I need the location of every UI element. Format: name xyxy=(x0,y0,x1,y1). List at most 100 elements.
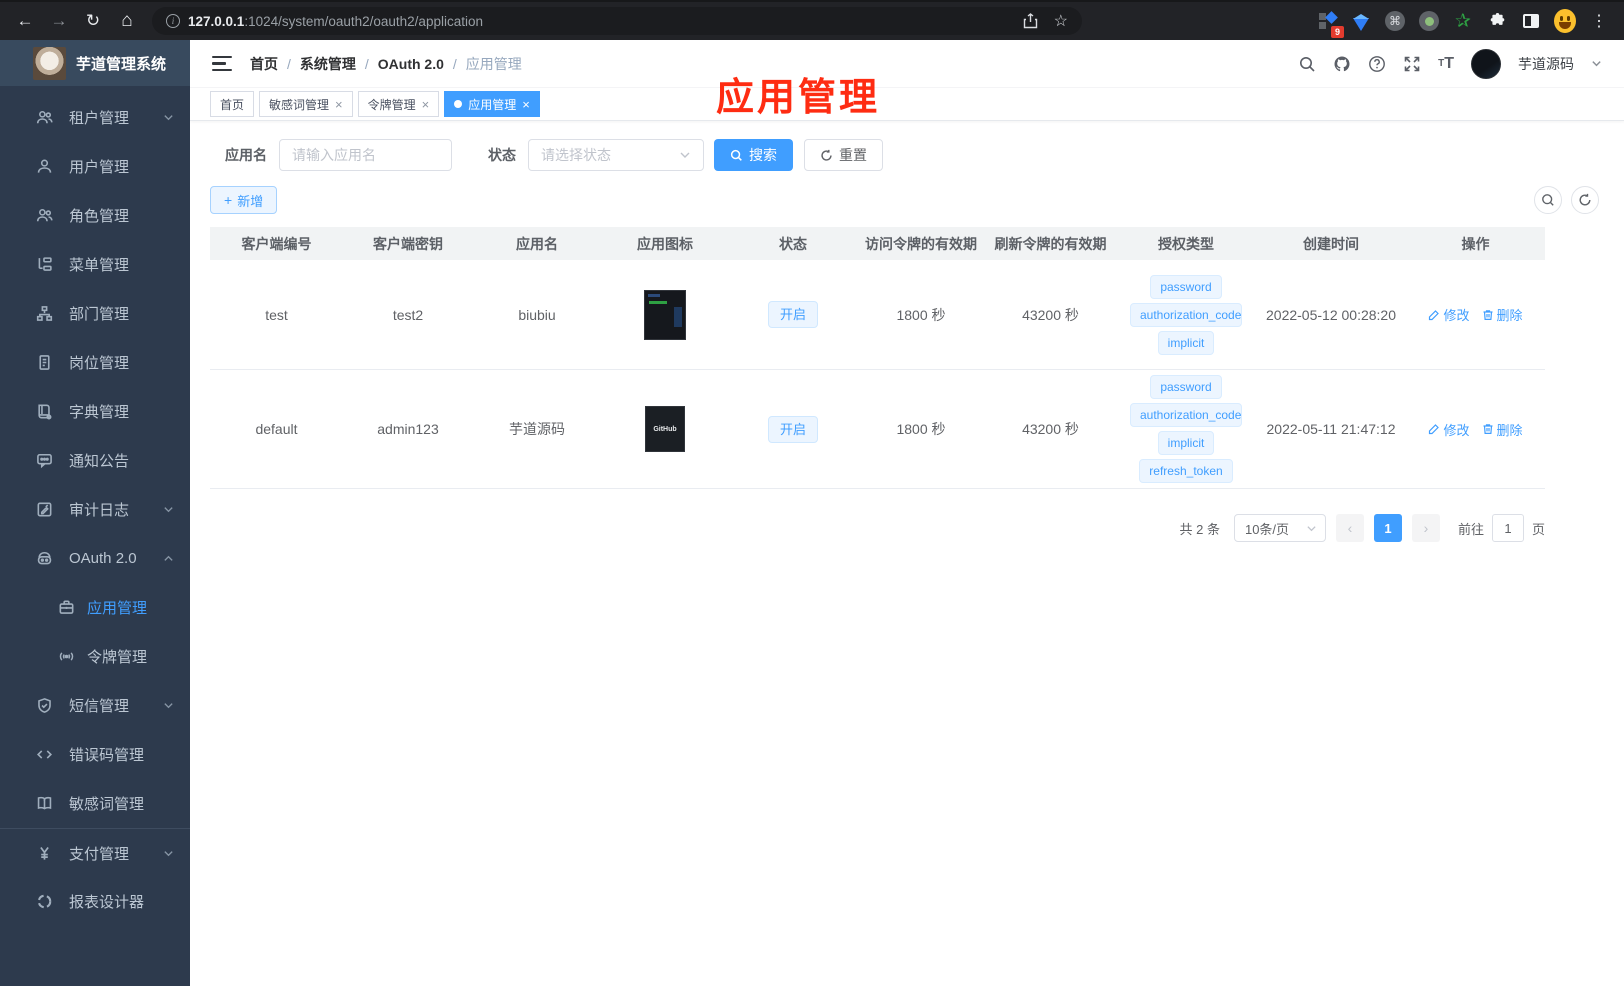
sidebar-item-oauth-app[interactable]: 应用管理 xyxy=(0,583,190,632)
add-button[interactable]: + 新增 xyxy=(210,186,278,214)
search-button[interactable]: 搜索 xyxy=(714,139,793,171)
sidebar-item-role[interactable]: 角色管理 xyxy=(0,191,190,240)
col-header: 客户端密钥 xyxy=(373,235,443,252)
hide-search-icon-button[interactable] xyxy=(1534,186,1562,214)
cell-secret: test2 xyxy=(392,306,424,323)
sidebar-item-dept[interactable]: 部门管理 xyxy=(0,289,190,338)
breadcrumb-item[interactable]: OAuth 2.0 xyxy=(378,56,444,72)
delete-button[interactable]: 删除 xyxy=(1482,420,1523,439)
edit-button[interactable]: 修改 xyxy=(1428,305,1470,324)
page-size-value: 10条/页 xyxy=(1244,521,1290,537)
close-icon[interactable]: × xyxy=(422,97,430,112)
bookmark-star-icon[interactable]: ☆ xyxy=(1054,11,1068,31)
search-icon[interactable] xyxy=(1298,55,1316,73)
back-icon[interactable]: ← xyxy=(10,6,40,36)
font-size-icon[interactable]: TT xyxy=(1438,55,1454,73)
sidebar-item-sms[interactable]: 短信管理 xyxy=(0,681,190,730)
extension-star-icon[interactable]: ✰ xyxy=(1452,10,1474,32)
share-icon[interactable] xyxy=(1023,13,1038,29)
forward-icon[interactable]: → xyxy=(44,6,74,36)
tab-application[interactable]: 应用管理 × xyxy=(444,91,540,117)
status-select[interactable]: 请选择状态 xyxy=(528,139,704,171)
goto-label: 前往 xyxy=(1457,521,1484,537)
token-icon xyxy=(58,648,75,665)
sidebar-item-user[interactable]: 用户管理 xyxy=(0,142,190,191)
app-logo[interactable]: 芋道管理系统 xyxy=(0,40,190,86)
extension-command-icon[interactable]: ⌘ xyxy=(1384,10,1406,32)
delete-label: 删除 xyxy=(1496,422,1523,438)
sidebar-item-notice[interactable]: 通知公告 xyxy=(0,436,190,485)
cell-grant-types: password authorization_code implicit xyxy=(1116,274,1256,355)
breadcrumb-item[interactable]: 首页 xyxy=(250,54,278,74)
breadcrumb-separator: / xyxy=(287,55,291,72)
prev-page-button[interactable]: ‹ xyxy=(1335,514,1364,542)
sidebar-item-label: 菜单管理 xyxy=(69,257,130,274)
tab-token[interactable]: 令牌管理 × xyxy=(357,91,440,117)
col-header: 创建时间 xyxy=(1303,235,1359,252)
url-text: 127.0.0.1:1024/system/oauth2/oauth2/appl… xyxy=(188,13,483,29)
reset-button[interactable]: 重置 xyxy=(804,139,883,171)
close-icon[interactable]: × xyxy=(335,97,343,112)
sidebar-item-tenant[interactable]: 租户管理 xyxy=(0,93,190,142)
extension-recorder-icon[interactable] xyxy=(1418,10,1440,32)
chevron-down-icon xyxy=(163,848,174,859)
fullscreen-icon[interactable] xyxy=(1403,55,1421,73)
sidebar-item-oauth[interactable]: OAuth 2.0 xyxy=(0,534,190,583)
edit-button[interactable]: 修改 xyxy=(1428,420,1470,439)
grant-tag: refresh_token xyxy=(1139,459,1233,483)
site-info-icon[interactable]: i xyxy=(166,14,180,28)
reset-button-label: 重置 xyxy=(839,147,867,163)
table-toolbar: + 新增 xyxy=(210,186,1604,214)
next-page-button[interactable]: › xyxy=(1411,514,1440,542)
app-name-input[interactable] xyxy=(279,139,452,171)
tab-label: 令牌管理 xyxy=(367,97,416,112)
browser-profile-avatar[interactable] xyxy=(1554,9,1576,33)
sidebar-item-pay[interactable]: 支付管理 xyxy=(0,828,190,877)
tab-home[interactable]: 首页 xyxy=(210,91,255,117)
breadcrumb-item[interactable]: 系统管理 xyxy=(300,54,356,74)
close-icon[interactable]: × xyxy=(522,97,530,112)
sidebar-item-menu[interactable]: 菜单管理 xyxy=(0,240,190,289)
goto-page-input[interactable] xyxy=(1491,514,1524,542)
delete-button[interactable]: 删除 xyxy=(1482,305,1523,324)
page-header: 首页 / 系统管理 / OAuth 2.0 / 应用管理 TT 芋道源码 xyxy=(190,40,1624,88)
chevron-down-icon[interactable] xyxy=(1591,58,1602,69)
refresh-table-button[interactable] xyxy=(1571,186,1599,214)
sidebar-item-errcode[interactable]: 错误码管理 xyxy=(0,730,190,779)
home-icon[interactable]: ⌂ xyxy=(112,6,142,36)
collapse-sidebar-icon[interactable] xyxy=(212,55,232,72)
sidebar-item-label: 错误码管理 xyxy=(69,747,145,764)
address-bar[interactable]: i 127.0.0.1:1024/system/oauth2/oauth2/ap… xyxy=(152,7,1082,35)
chevron-down-icon xyxy=(1307,525,1316,531)
status-badge[interactable]: 开启 xyxy=(767,301,818,328)
sidebar-item-audit[interactable]: 审计日志 xyxy=(0,485,190,534)
extension-grid-icon[interactable]: 9 xyxy=(1316,10,1344,38)
page-size-select[interactable]: 10条/页 xyxy=(1233,514,1326,542)
avatar[interactable] xyxy=(1471,48,1501,79)
shield-check-icon xyxy=(36,697,53,714)
help-icon[interactable] xyxy=(1368,55,1386,73)
main-area: 应用管理 首页 / 系统管理 / OAuth 2.0 / 应用管理 TT 芋道源… xyxy=(190,40,1624,986)
logo-image xyxy=(33,46,66,80)
tab-sensitive[interactable]: 敏感词管理 × xyxy=(259,91,353,117)
sidebar-item-sensitive[interactable]: 敏感词管理 xyxy=(0,779,190,828)
github-icon[interactable] xyxy=(1333,55,1351,73)
extension-gem-icon[interactable] xyxy=(1350,10,1372,32)
split-screen-icon[interactable] xyxy=(1520,10,1542,32)
sidebar-item-label: 用户管理 xyxy=(69,159,130,176)
sidebar-item-label: 短信管理 xyxy=(69,698,130,715)
dict-icon xyxy=(36,403,53,420)
browser-menu-icon[interactable]: ⋮ xyxy=(1588,10,1610,32)
status-badge[interactable]: 开启 xyxy=(767,415,818,443)
col-header: 授权类型 xyxy=(1158,235,1214,252)
users-icon xyxy=(36,109,53,126)
sidebar-item-report[interactable]: 报表设计器 xyxy=(0,877,190,926)
extensions-puzzle-icon[interactable] xyxy=(1486,10,1508,32)
sidebar-item-post[interactable]: 岗位管理 xyxy=(0,338,190,387)
user-name[interactable]: 芋道源码 xyxy=(1518,54,1574,74)
current-page[interactable]: 1 xyxy=(1373,514,1402,542)
sidebar-item-dict[interactable]: 字典管理 xyxy=(0,387,190,436)
tab-label: 应用管理 xyxy=(468,97,517,112)
reload-icon[interactable]: ↻ xyxy=(78,6,108,36)
sidebar-item-oauth-token[interactable]: 令牌管理 xyxy=(0,632,190,681)
